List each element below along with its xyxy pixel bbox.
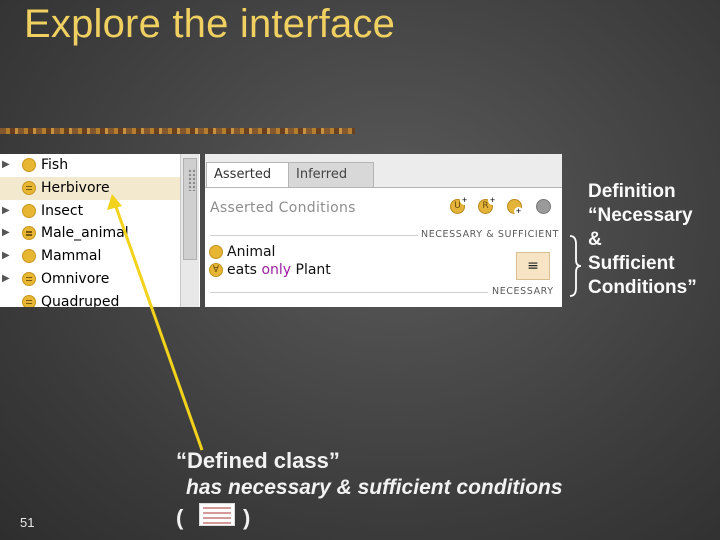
caption-title: “Defined class” xyxy=(176,448,340,473)
thumbnail-image xyxy=(199,503,235,526)
close-paren: ) xyxy=(243,505,251,530)
pointer-arrow xyxy=(107,194,204,451)
slide-number: 51 xyxy=(20,515,35,530)
open-paren: ( xyxy=(176,505,184,530)
caption-description: has necessary & sufficient conditions xyxy=(186,476,563,499)
